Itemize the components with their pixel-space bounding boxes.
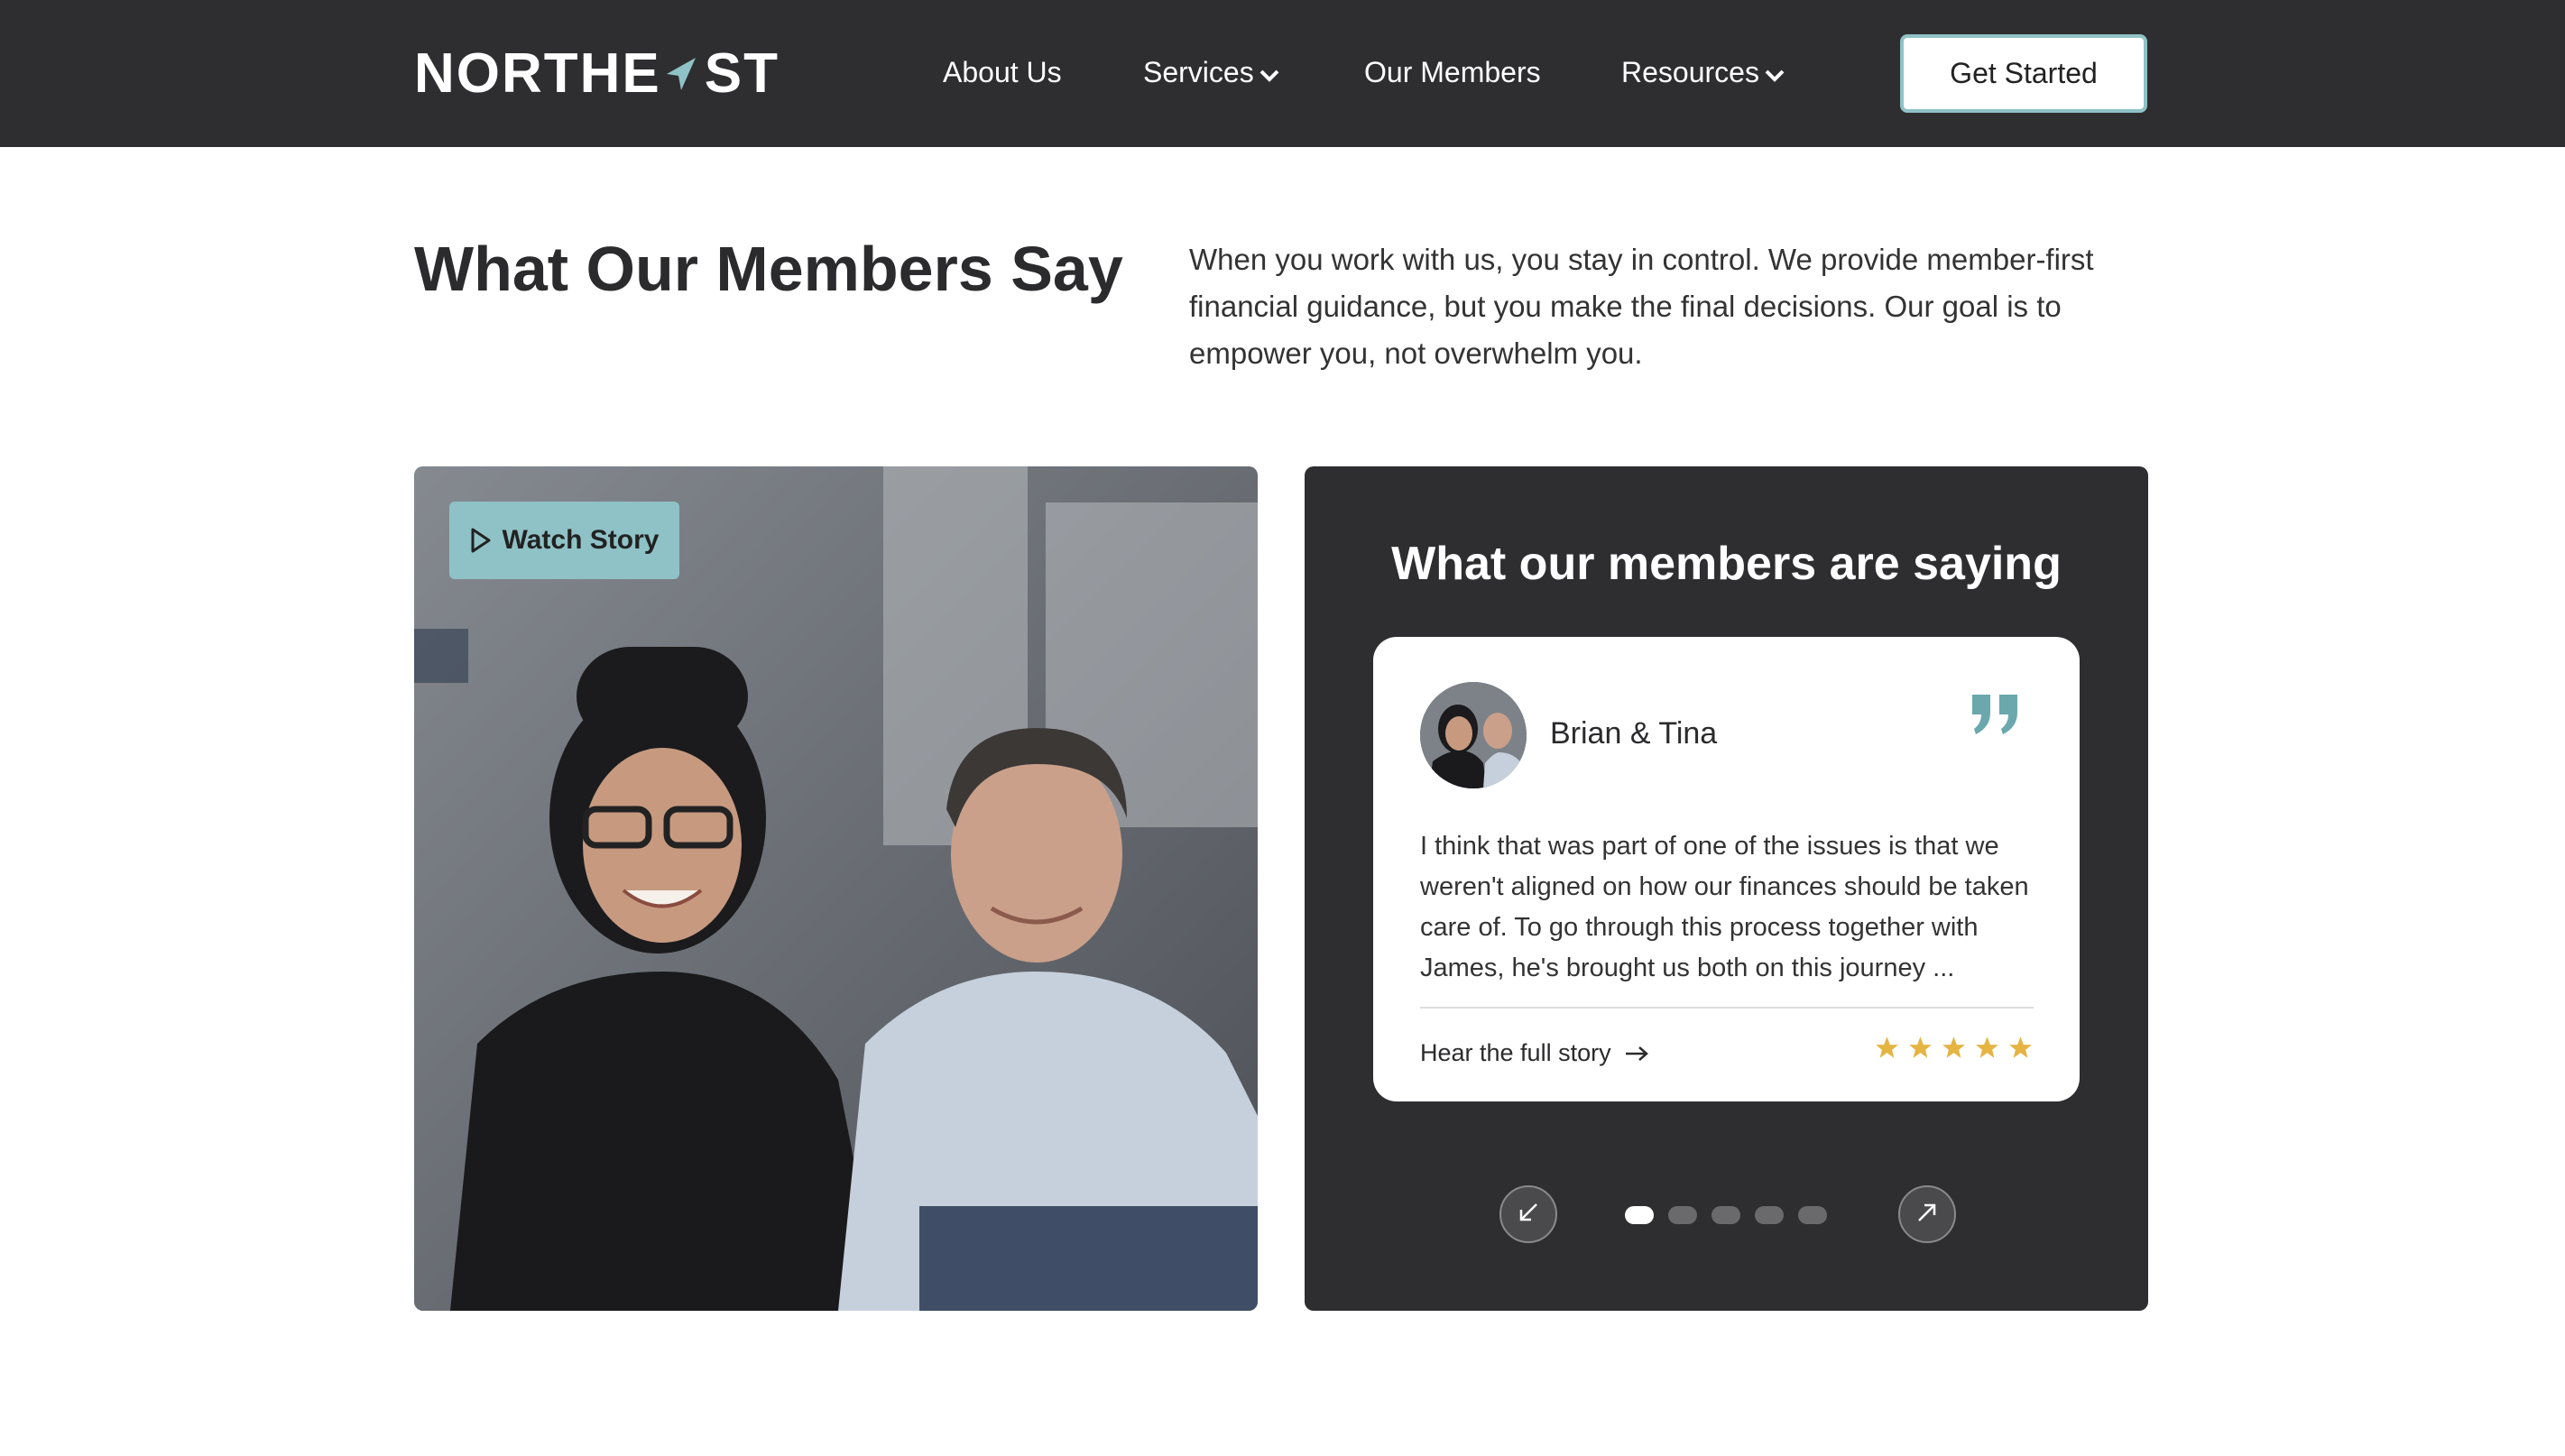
nav-our-members-label: Our Members [1364, 55, 1541, 88]
logo-text-right: ST [704, 41, 780, 105]
get-started-button[interactable]: Get Started [1900, 34, 2147, 113]
divider [1420, 1007, 2034, 1009]
testimonials-title: What our members are saying [1391, 538, 2062, 590]
arrow-down-left-icon [1517, 1201, 1540, 1229]
quote-icon [1969, 691, 2023, 741]
video-thumbnail[interactable]: Watch Story [414, 466, 1258, 1311]
logo-arrow-icon [665, 51, 701, 96]
play-icon [470, 528, 492, 553]
carousel-dot[interactable] [1668, 1206, 1697, 1224]
star-rating [1875, 1036, 2033, 1060]
site-header: NORTHE ST About Us Services Our Members … [0, 0, 2565, 147]
chevron-down-icon [1765, 56, 1785, 89]
nav-resources-label: Resources [1621, 55, 1759, 88]
testimonial-name: Brian & Tina [1550, 716, 1718, 751]
carousel-dot[interactable] [1798, 1206, 1827, 1224]
watch-story-button[interactable]: Watch Story [449, 502, 679, 579]
nav-about-us-label: About Us [943, 55, 1062, 88]
nav-services[interactable]: Services [1143, 50, 1279, 95]
nav-about-us[interactable]: About Us [943, 50, 1062, 95]
carousel-dots [1625, 1206, 1827, 1224]
next-button[interactable] [1898, 1185, 1956, 1243]
chevron-down-icon [1259, 56, 1279, 89]
star-icon [1976, 1037, 1998, 1058]
star-icon [1876, 1037, 1898, 1058]
intro-text: When you work with us, you stay in contr… [1189, 243, 2094, 370]
members-photo [414, 466, 1258, 1311]
testimonials-panel: What our members are saying Brian & Tina… [1305, 466, 2148, 1311]
arrow-up-right-icon [1915, 1201, 1939, 1229]
carousel-dot[interactable] [1755, 1206, 1784, 1224]
avatar [1420, 682, 1527, 788]
arrow-right-icon [1624, 1046, 1649, 1062]
previous-button[interactable] [1499, 1185, 1557, 1243]
carousel-dot[interactable] [1712, 1206, 1740, 1224]
logo-text-left: NORTHE [414, 41, 661, 105]
testimonial-card: Brian & Tina I think that was part of on… [1373, 637, 2080, 1101]
hear-full-story-link[interactable]: Hear the full story [1420, 1039, 1649, 1067]
star-icon [1909, 1037, 1932, 1058]
watch-story-label: Watch Story [502, 525, 660, 555]
nav-our-members[interactable]: Our Members [1364, 50, 1541, 95]
logo[interactable]: NORTHE ST [414, 41, 780, 105]
page-title: What Our Members Say [414, 234, 1123, 304]
carousel-dot[interactable] [1625, 1206, 1654, 1224]
star-icon [1942, 1037, 1965, 1058]
star-icon [2009, 1037, 2032, 1058]
testimonial-quote: I think that was part of one of the issu… [1420, 832, 2029, 982]
hear-full-story-label: Hear the full story [1420, 1039, 1611, 1066]
nav-services-label: Services [1143, 55, 1254, 88]
nav-resources[interactable]: Resources [1621, 50, 1785, 95]
